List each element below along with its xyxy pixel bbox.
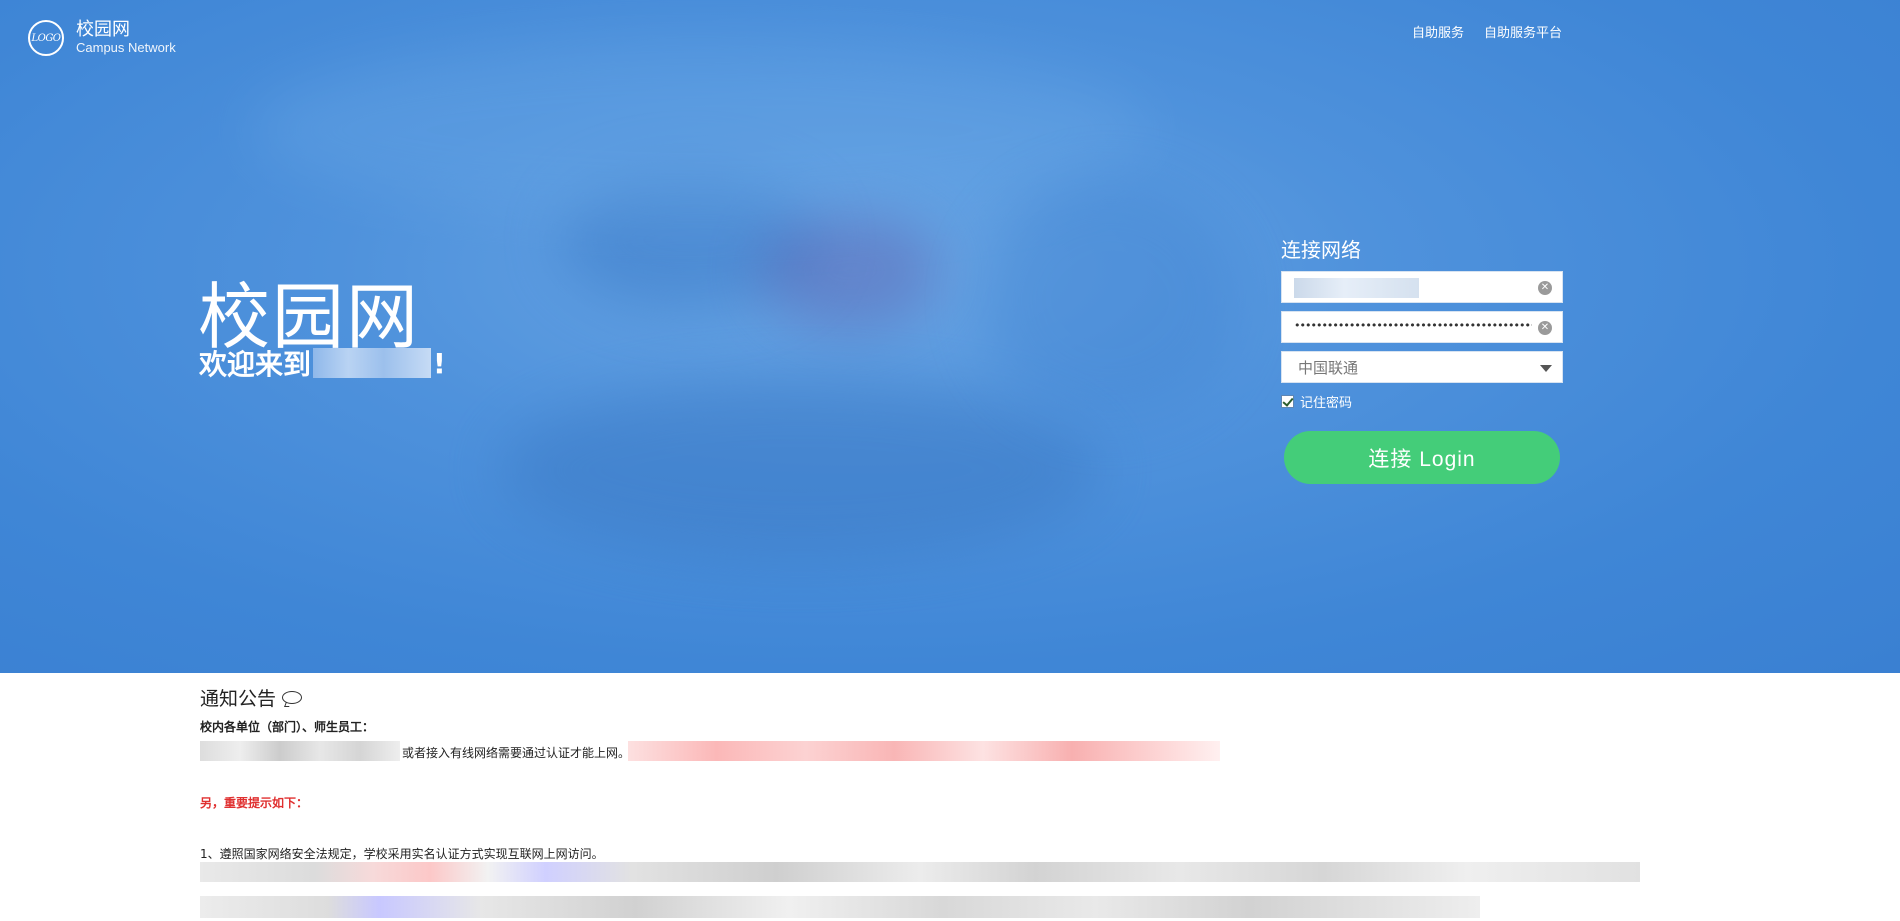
remember-label: 记住密码 (1300, 396, 1353, 411)
background-blur (500, 380, 1100, 560)
hero-banner: LOGO 校园网 Campus Network 自助服务 自助服务平台 校园网 … (0, 0, 1900, 673)
redacted-block (313, 348, 432, 378)
notice-section: 通知公告 (200, 684, 1660, 711)
password-mask: ••••••••••••••••••••••••••••••••••••••••… (1294, 319, 1532, 332)
comment-icon (282, 691, 303, 704)
login-button[interactable]: 连接 Login (1284, 431, 1560, 484)
logo-text: 校园网 Campus Network (76, 19, 176, 56)
username-field[interactable]: ✕ (1281, 271, 1563, 303)
redacted-block (628, 741, 1220, 761)
login-panel: 连接网络 ✕ •••••••••••••••••••••••••••••••••… (1281, 234, 1563, 484)
background-blur (760, 210, 940, 330)
login-title: 连接网络 (1281, 238, 1361, 262)
clear-icon[interactable]: ✕ (1538, 281, 1552, 295)
hero-welcome: 欢迎来到 ! (199, 343, 446, 383)
top-nav: 自助服务 自助服务平台 (1412, 22, 1562, 41)
background-blur (250, 40, 1150, 220)
chevron-down-icon (1540, 365, 1552, 372)
logo-title: 校园网 (76, 19, 130, 41)
notice-item-1: 1、遵照国家网络安全法规定，学校采用实名认证方式实现互联网上网访问。 (200, 847, 604, 861)
notice-title: 通知公告 (200, 688, 277, 710)
notice-heading: 通知公告 (200, 684, 1660, 711)
logo-icon: LOGO (28, 20, 64, 56)
isp-select[interactable]: 中国联通 (1281, 351, 1563, 383)
remember-checkbox[interactable] (1281, 395, 1294, 408)
redacted-block (200, 896, 1480, 918)
clear-icon[interactable]: ✕ (1538, 321, 1552, 335)
isp-selected-value: 中国联通 (1298, 358, 1359, 377)
site-logo[interactable]: LOGO 校园网 Campus Network (28, 19, 176, 56)
redacted-username (1294, 278, 1419, 298)
redacted-block (200, 862, 1640, 882)
remember-password[interactable]: 记住密码 (1281, 392, 1563, 411)
notice-line1: 或者接入有线网络需要通过认证才能上网。 (402, 746, 631, 760)
important-notice: 另，重要提示如下： (200, 796, 309, 810)
notice-greeting: 校内各单位（部门）、师生员工： (200, 720, 375, 734)
welcome-prefix: 欢迎来到 (199, 348, 312, 381)
welcome-suffix: ! (433, 346, 446, 380)
nav-self-service[interactable]: 自助服务 (1412, 22, 1464, 41)
background-blur (980, 180, 1240, 420)
logo-subtitle: Campus Network (76, 39, 176, 55)
nav-self-service-platform[interactable]: 自助服务平台 (1484, 22, 1562, 41)
redacted-block (200, 741, 400, 761)
password-field[interactable]: ••••••••••••••••••••••••••••••••••••••••… (1281, 311, 1563, 343)
